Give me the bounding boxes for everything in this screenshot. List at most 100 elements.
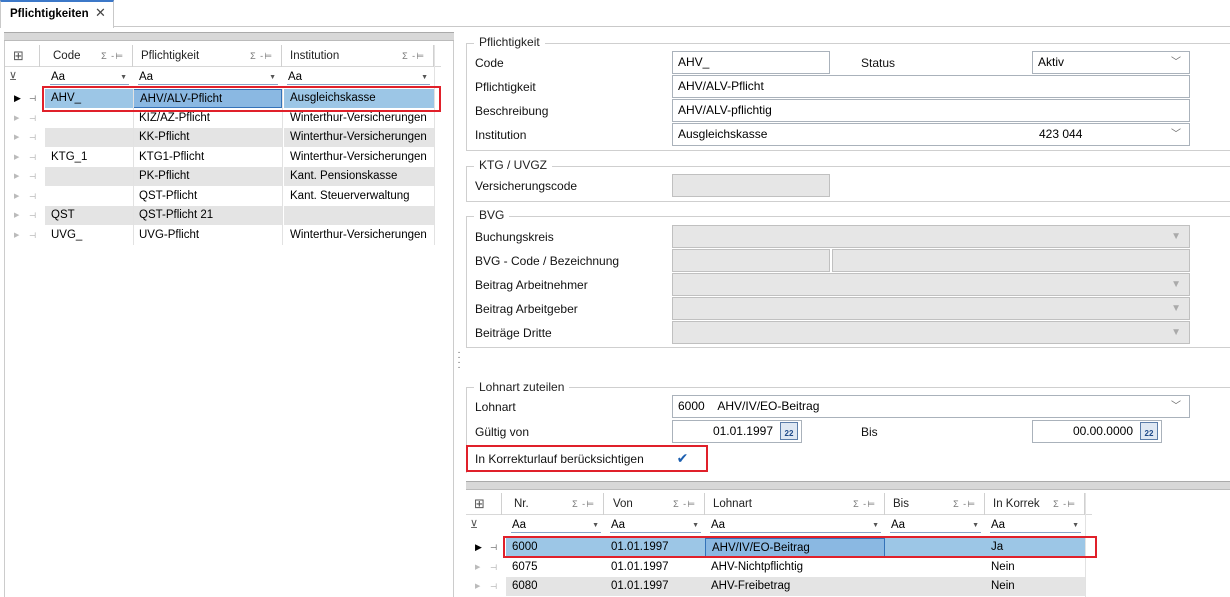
pin-icon[interactable]: ⊣	[29, 187, 36, 206]
cell-code[interactable]: UVG_	[45, 226, 133, 245]
sigma-pin-icon[interactable]: Σ -⊨	[250, 45, 273, 67]
filter-icon[interactable]: ⊻	[470, 518, 478, 531]
cell-lohnart[interactable]: AHV-Freibetrag	[705, 577, 885, 596]
filter-pflichtigkeit[interactable]: Aa ▼	[133, 68, 282, 88]
calendar-icon[interactable]: 22	[1140, 422, 1158, 440]
filter-code[interactable]: Aa ▼	[45, 68, 133, 88]
table-row[interactable]: ▶ ⊣ KK-Pflicht Winterthur-Versicherungen	[5, 128, 441, 148]
cell-institution[interactable]: Kant. Steuerverwaltung	[284, 187, 434, 206]
cell-pflichtigkeit[interactable]: UVG-Pflicht	[133, 226, 282, 245]
cell-pflichtigkeit[interactable]: KTG1-Pflicht	[133, 148, 282, 167]
cell-von[interactable]: 01.01.1997	[605, 577, 705, 596]
cell-pflichtigkeit[interactable]: PK-Pflicht	[133, 167, 282, 186]
cell-code[interactable]	[45, 128, 133, 147]
cell-code[interactable]	[45, 187, 133, 206]
table-row[interactable]: ▶ ⊣ KTG_1 KTG1-Pflicht Winterthur-Versich…	[5, 148, 441, 168]
filter-von[interactable]: Aa ▼	[605, 516, 705, 536]
cell-pflichtigkeit[interactable]: QST-Pflicht 21	[133, 206, 282, 225]
column-header-bis[interactable]: Bis Σ -⊨	[885, 493, 985, 515]
pin-icon[interactable]: ⊣	[490, 538, 497, 557]
sigma-pin-icon[interactable]: Σ -⊨	[953, 493, 976, 515]
sigma-pin-icon[interactable]: Σ -⊨	[673, 493, 696, 515]
column-chooser-icon[interactable]: ⊞	[5, 45, 40, 67]
pin-icon[interactable]: ⊣	[490, 577, 497, 596]
cell-nr[interactable]: 6080	[506, 577, 605, 596]
column-header-von[interactable]: Von Σ -⊨	[605, 493, 705, 515]
pin-icon[interactable]: ⊣	[29, 206, 36, 225]
column-header-institution[interactable]: Institution Σ -⊨	[282, 45, 434, 67]
pin-icon[interactable]: ⊣	[29, 109, 36, 128]
filter-nr[interactable]: Aa ▼	[506, 516, 605, 536]
table-row[interactable]: ▶ ⊣ PK-Pflicht Kant. Pensionskasse	[5, 167, 441, 187]
bottom-filter-row: ⊻ Aa ▼ Aa ▼ Aa ▼ Aa ▼ Aa ▼	[466, 516, 1092, 536]
column-header-pflichtigkeit[interactable]: Pflichtigkeit Σ -⊨	[133, 45, 282, 67]
calendar-icon[interactable]: 22	[780, 422, 798, 440]
bvg-bezeichnung-input[interactable]	[832, 249, 1190, 272]
filter-institution[interactable]: Aa ▼	[282, 68, 434, 88]
sigma-pin-icon[interactable]: Σ -⊨	[572, 493, 595, 515]
beitrag-arbeitgeber-select[interactable]: ▼	[672, 297, 1190, 320]
sigma-pin-icon[interactable]: Σ -⊨	[1053, 493, 1076, 515]
beitrag-arbeitnehmer-select[interactable]: ▼	[672, 273, 1190, 296]
pin-icon[interactable]: ⊣	[29, 148, 36, 167]
table-row[interactable]: ▶ ⊣ 6075 01.01.1997 AHV-Nichtpflichtig Ne…	[466, 558, 1092, 578]
highlight-box-checkbox	[466, 445, 708, 472]
versicherungscode-input[interactable]	[672, 174, 830, 197]
cell-institution[interactable]: Winterthur-Versicherungen	[284, 128, 434, 147]
column-header-in-korrek[interactable]: In Korrek Σ -⊨	[985, 493, 1085, 515]
lohnart-select[interactable]: 6000 AHV/IV/EO-Beitrag ﹀	[672, 395, 1190, 418]
pin-icon[interactable]: ⊣	[29, 167, 36, 186]
cell-nr[interactable]: 6075	[506, 558, 605, 577]
buchungskreis-select[interactable]: ▼	[672, 225, 1190, 248]
filter-in-korrek[interactable]: Aa ▼	[985, 516, 1085, 536]
filter-lohnart[interactable]: Aa ▼	[705, 516, 885, 536]
row-indicator: ▶ ⊣	[5, 167, 43, 186]
pflichtigkeit-input[interactable]: AHV/ALV-Pflicht	[672, 75, 1190, 98]
table-row[interactable]: ▶ ⊣ UVG_ UVG-Pflicht Winterthur-Versicher…	[5, 226, 441, 246]
row-indicator: ▶ ⊣	[466, 558, 504, 577]
pin-icon[interactable]: ⊣	[29, 226, 36, 245]
column-header-nr[interactable]: Nr. Σ -⊨	[506, 493, 604, 515]
cell-pflichtigkeit[interactable]: KK-Pflicht	[133, 128, 282, 147]
column-header-lohnart[interactable]: Lohnart Σ -⊨	[705, 493, 885, 515]
vertical-splitter[interactable]: · · · ·	[456, 348, 462, 373]
cell-code[interactable]: KTG_1	[45, 148, 133, 167]
row-indicator: ▶ ⊣	[5, 206, 43, 225]
cell-bis[interactable]	[885, 577, 985, 596]
cell-code[interactable]	[45, 167, 133, 186]
filter-bis[interactable]: Aa ▼	[885, 516, 985, 536]
cell-code[interactable]: QST	[45, 206, 133, 225]
cell-bis[interactable]	[885, 558, 985, 577]
cell-institution[interactable]: Kant. Pensionskasse	[284, 167, 434, 186]
left-splitter[interactable]	[4, 32, 454, 41]
beschreibung-input[interactable]: AHV/ALV-pflichtig	[672, 99, 1190, 122]
cell-institution[interactable]: Winterthur-Versicherungen	[284, 226, 434, 245]
close-icon[interactable]: ✕	[95, 5, 106, 21]
column-chooser-icon[interactable]: ⊞	[466, 493, 502, 515]
sigma-pin-icon[interactable]: Σ -⊨	[402, 45, 425, 67]
pin-icon[interactable]: ⊣	[490, 558, 497, 577]
table-row[interactable]: ▶ ⊣ QST-Pflicht Kant. Steuerverwaltung	[5, 187, 441, 207]
sigma-pin-icon[interactable]: Σ -⊨	[101, 45, 124, 67]
cell-institution[interactable]	[284, 206, 434, 225]
cell-institution[interactable]: Winterthur-Versicherungen	[284, 148, 434, 167]
beitraege-dritte-select[interactable]: ▼	[672, 321, 1190, 344]
cell-pflichtigkeit[interactable]: QST-Pflicht	[133, 187, 282, 206]
column-header-code[interactable]: Code Σ -⊨	[45, 45, 133, 67]
status-select[interactable]: Aktiv ﹀	[1032, 51, 1190, 74]
cell-in-korrek[interactable]: Nein	[985, 577, 1085, 596]
institution-select[interactable]: Ausgleichskasse 423 044 ﹀	[672, 123, 1190, 146]
sigma-pin-icon[interactable]: Σ -⊨	[853, 493, 876, 515]
bvg-code-input[interactable]	[672, 249, 830, 272]
table-row[interactable]: ▶ ⊣ QST QST-Pflicht 21	[5, 206, 441, 226]
pin-icon[interactable]: ⊣	[29, 128, 36, 147]
cell-in-korrek[interactable]: Nein	[985, 558, 1085, 577]
cell-lohnart[interactable]: AHV-Nichtpflichtig	[705, 558, 885, 577]
pin-icon[interactable]: ⊣	[29, 89, 36, 108]
table-row[interactable]: ▶ ⊣ 6080 01.01.1997 AHV-Freibetrag Nein	[466, 577, 1092, 597]
cell-von[interactable]: 01.01.1997	[605, 558, 705, 577]
bottom-splitter[interactable]	[466, 481, 1230, 490]
tab-pflichtigkeiten[interactable]: Pflichtigkeiten ✕	[0, 0, 114, 28]
filter-icon[interactable]: ⊻	[9, 70, 17, 83]
code-input[interactable]: AHV_	[672, 51, 830, 74]
